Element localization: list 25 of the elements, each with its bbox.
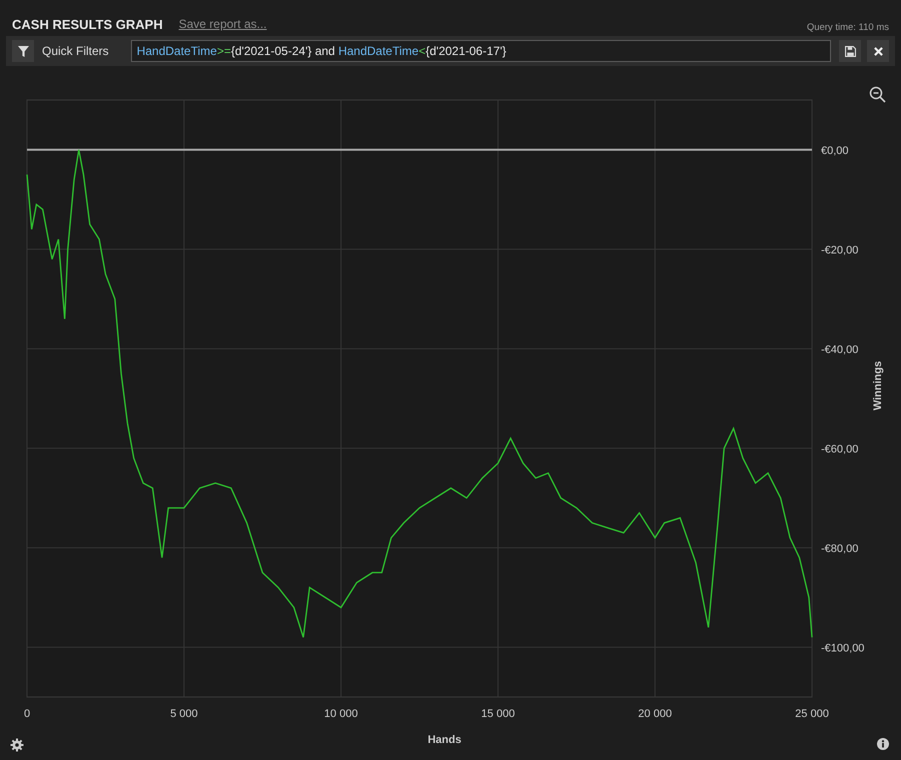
x-tick-label: 20 000: [638, 708, 672, 720]
x-tick-label: 0: [24, 708, 30, 720]
close-icon[interactable]: [867, 40, 889, 62]
y-tick-label: -€60,00: [821, 443, 858, 456]
filter-input-field[interactable]: HandDateTime>={d'2021-05-24'} and HandDateTime<{d'2021-06-17'}: [130, 40, 831, 62]
save-icon[interactable]: [839, 40, 861, 62]
save-report-link[interactable]: Save report as...: [178, 17, 267, 34]
settings-icon[interactable]: [10, 738, 24, 752]
y-tick-label: -€40,00: [821, 344, 858, 356]
x-tick-label: 5 000: [170, 708, 198, 720]
x-axis-title: Hands: [428, 734, 462, 746]
quick-filters-label: Quick Filters: [42, 44, 109, 58]
x-tick-label: 15 000: [481, 708, 515, 720]
zoom-out-icon[interactable]: [869, 86, 887, 104]
filter-icon[interactable]: [12, 40, 34, 62]
x-tick-label: 10 000: [324, 708, 358, 720]
report-title: CASH RESULTS GRAPH: [12, 17, 163, 34]
y-tick-label: -€20,00: [821, 244, 858, 256]
info-icon[interactable]: [877, 738, 891, 752]
y-tick-label: -€80,00: [821, 542, 858, 555]
query-time: Query time: 110 ms: [806, 22, 889, 34]
y-axis-title: Winnings: [872, 361, 884, 411]
y-tick-label: €0,00: [821, 144, 849, 157]
x-tick-label: 25 000: [795, 708, 829, 720]
y-tick-label: -€100,00: [821, 642, 864, 654]
